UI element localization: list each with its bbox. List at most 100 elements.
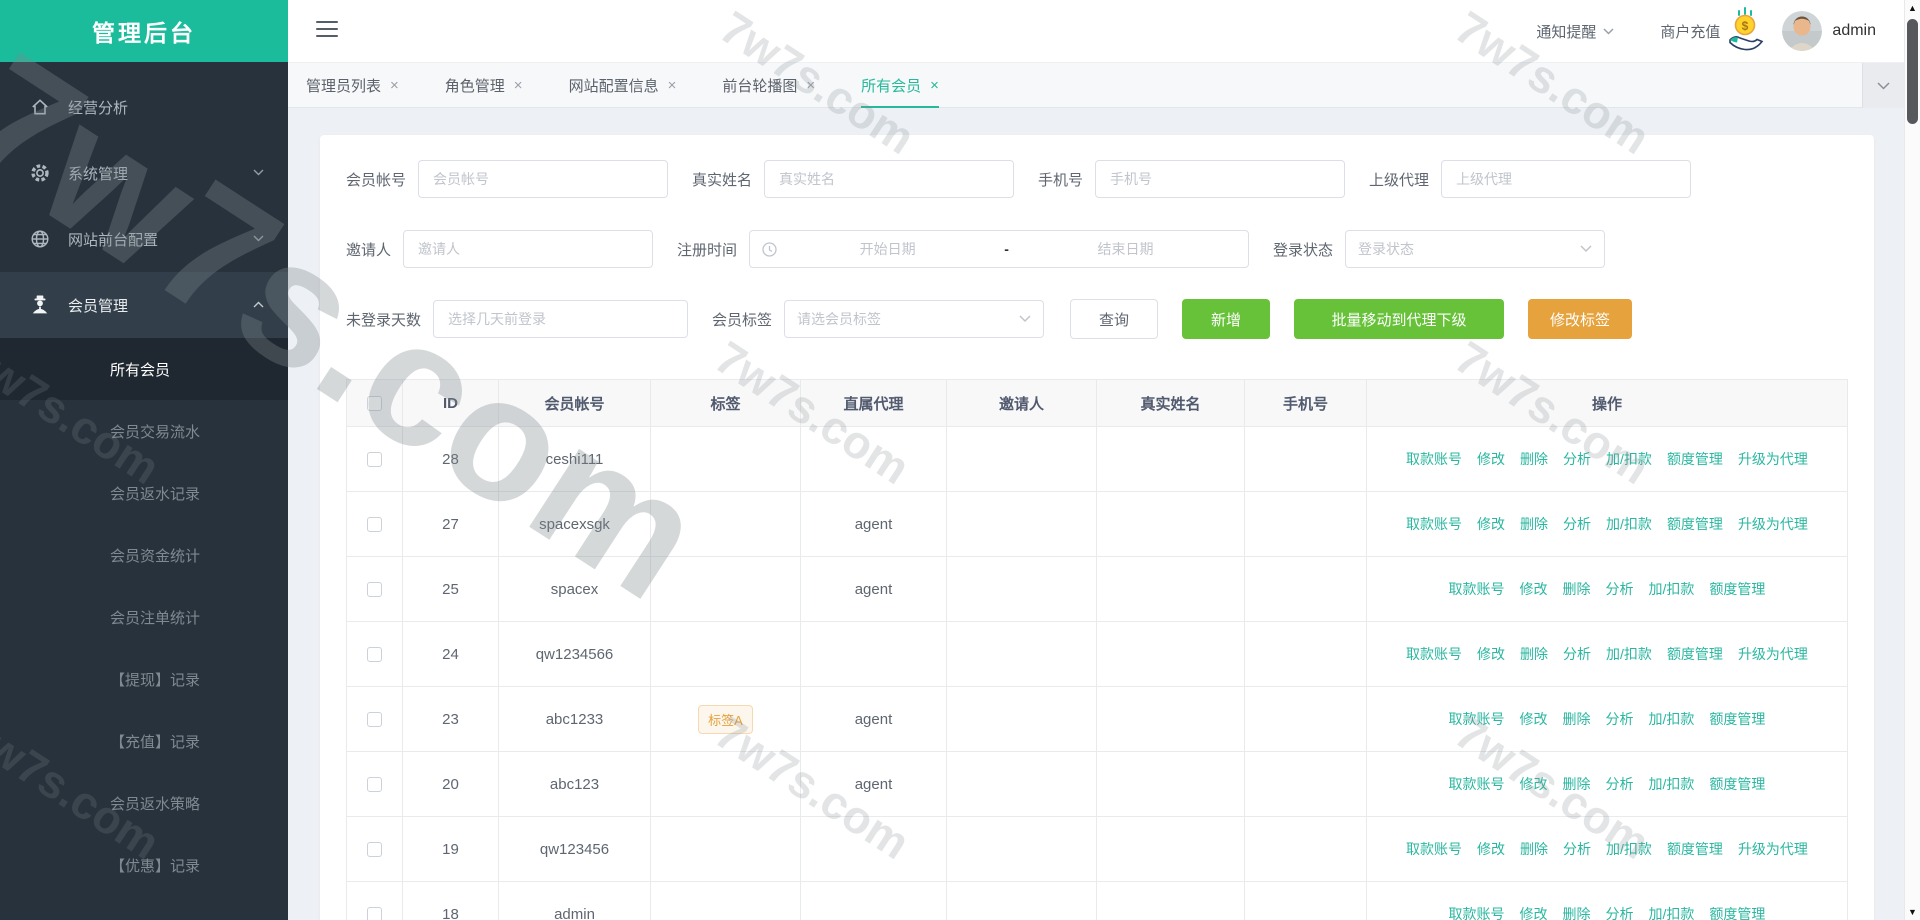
row-checkbox[interactable] <box>367 776 382 792</box>
op-link-额度管理[interactable]: 额度管理 <box>1709 904 1765 920</box>
sidebar-subitem-会员注单统计[interactable]: 会员注单统计 <box>0 586 288 648</box>
op-link-分析[interactable]: 分析 <box>1563 449 1591 469</box>
scroll-up-arrow[interactable]: ▲ <box>1905 0 1920 16</box>
op-link-修改[interactable]: 修改 <box>1520 774 1548 794</box>
op-link-分析[interactable]: 分析 <box>1563 644 1591 664</box>
member-tag-select[interactable]: 请选会员标签 <box>784 300 1045 338</box>
op-link-删除[interactable]: 删除 <box>1520 839 1548 859</box>
op-link-修改[interactable]: 修改 <box>1477 644 1505 664</box>
op-link-额度管理[interactable]: 额度管理 <box>1709 709 1765 729</box>
op-link-额度管理[interactable]: 额度管理 <box>1667 449 1723 469</box>
sidebar-subitem-会员资金统计[interactable]: 会员资金统计 <box>0 524 288 586</box>
end-date-placeholder[interactable]: 结束日期 <box>1015 239 1236 259</box>
scrollbar-thumb[interactable] <box>1907 19 1918 124</box>
parent-agent-input[interactable] <box>1441 160 1692 198</box>
vertical-scrollbar[interactable]: ▲ ▼ <box>1904 0 1920 920</box>
op-link-取款账号[interactable]: 取款账号 <box>1449 709 1505 729</box>
op-link-取款账号[interactable]: 取款账号 <box>1406 839 1462 859</box>
sidebar-subitem-所有会员[interactable]: 所有会员 <box>0 338 288 400</box>
row-checkbox[interactable] <box>367 841 382 857</box>
op-link-修改[interactable]: 修改 <box>1520 709 1548 729</box>
tab-网站配置信息[interactable]: 网站配置信息 × <box>569 63 677 107</box>
op-link-加/扣款[interactable]: 加/扣款 <box>1606 839 1652 859</box>
close-icon[interactable]: × <box>514 77 523 94</box>
row-checkbox[interactable] <box>367 906 382 920</box>
row-checkbox[interactable] <box>367 711 382 727</box>
tab-前台轮播图[interactable]: 前台轮播图 × <box>722 63 815 107</box>
phone-input[interactable] <box>1095 160 1346 198</box>
op-link-删除[interactable]: 删除 <box>1563 774 1591 794</box>
op-link-分析[interactable]: 分析 <box>1563 514 1591 534</box>
tab-list-chevron-down-icon[interactable] <box>1862 63 1904 108</box>
close-icon[interactable]: × <box>390 77 399 94</box>
add-button[interactable]: 新增 <box>1182 299 1271 339</box>
op-link-升级为代理[interactable]: 升级为代理 <box>1738 839 1808 859</box>
sidebar-item-经营分析[interactable]: 经营分析 <box>0 74 288 140</box>
op-link-升级为代理[interactable]: 升级为代理 <box>1738 449 1808 469</box>
close-icon[interactable]: × <box>806 77 815 94</box>
hamburger-menu-icon[interactable] <box>316 21 338 39</box>
real-name-input[interactable] <box>764 160 1015 198</box>
no-login-days-input[interactable] <box>433 300 689 338</box>
sidebar-item-会员管理[interactable]: 会员管理 <box>0 272 288 338</box>
row-checkbox[interactable] <box>367 581 382 597</box>
op-link-修改[interactable]: 修改 <box>1520 579 1548 599</box>
op-link-加/扣款[interactable]: 加/扣款 <box>1606 644 1652 664</box>
tab-所有会员[interactable]: 所有会员 × <box>861 63 939 108</box>
op-link-修改[interactable]: 修改 <box>1520 904 1548 920</box>
chevron-down-icon[interactable] <box>1603 22 1614 40</box>
notice-dropdown[interactable]: 通知提醒 <box>1536 21 1596 42</box>
op-link-升级为代理[interactable]: 升级为代理 <box>1738 514 1808 534</box>
close-icon[interactable]: × <box>930 77 939 94</box>
sidebar-subitem-【优惠】记录[interactable]: 【优惠】记录 <box>0 834 288 896</box>
op-link-额度管理[interactable]: 额度管理 <box>1667 644 1723 664</box>
tab-管理员列表[interactable]: 管理员列表 × <box>306 63 399 107</box>
op-link-加/扣款[interactable]: 加/扣款 <box>1649 904 1695 920</box>
merchant-recharge-button[interactable]: 商户充值 $ <box>1660 6 1766 56</box>
row-checkbox[interactable] <box>367 451 382 467</box>
start-date-placeholder[interactable]: 开始日期 <box>777 239 998 259</box>
op-link-取款账号[interactable]: 取款账号 <box>1449 774 1505 794</box>
sidebar-subitem-会员返水记录[interactable]: 会员返水记录 <box>0 462 288 524</box>
op-link-加/扣款[interactable]: 加/扣款 <box>1649 579 1695 599</box>
sidebar-subitem-会员返水策略[interactable]: 会员返水策略 <box>0 772 288 834</box>
op-link-取款账号[interactable]: 取款账号 <box>1406 644 1462 664</box>
op-link-额度管理[interactable]: 额度管理 <box>1709 579 1765 599</box>
op-link-分析[interactable]: 分析 <box>1606 904 1634 920</box>
op-link-额度管理[interactable]: 额度管理 <box>1667 514 1723 534</box>
op-link-额度管理[interactable]: 额度管理 <box>1667 839 1723 859</box>
op-link-删除[interactable]: 删除 <box>1563 904 1591 920</box>
edit-tag-button[interactable]: 修改标签 <box>1528 299 1633 339</box>
op-link-删除[interactable]: 删除 <box>1520 449 1548 469</box>
member-account-input[interactable] <box>418 160 669 198</box>
op-link-修改[interactable]: 修改 <box>1477 449 1505 469</box>
row-checkbox[interactable] <box>367 646 382 662</box>
op-link-删除[interactable]: 删除 <box>1563 579 1591 599</box>
sidebar-item-网站前台配置[interactable]: 网站前台配置 <box>0 206 288 272</box>
tab-角色管理[interactable]: 角色管理 × <box>445 63 523 107</box>
sidebar-item-系统管理[interactable]: 系统管理 <box>0 140 288 206</box>
op-link-升级为代理[interactable]: 升级为代理 <box>1738 644 1808 664</box>
scroll-down-arrow[interactable]: ▼ <box>1905 904 1920 920</box>
op-link-分析[interactable]: 分析 <box>1606 579 1634 599</box>
op-link-加/扣款[interactable]: 加/扣款 <box>1649 709 1695 729</box>
op-link-加/扣款[interactable]: 加/扣款 <box>1649 774 1695 794</box>
user-avatar[interactable] <box>1782 11 1823 51</box>
sidebar-subitem-【提现】记录[interactable]: 【提现】记录 <box>0 648 288 710</box>
op-link-加/扣款[interactable]: 加/扣款 <box>1606 514 1652 534</box>
op-link-修改[interactable]: 修改 <box>1477 514 1505 534</box>
op-link-加/扣款[interactable]: 加/扣款 <box>1606 449 1652 469</box>
op-link-修改[interactable]: 修改 <box>1477 839 1505 859</box>
batch-move-to-agent-button[interactable]: 批量移动到代理下级 <box>1294 299 1505 339</box>
row-checkbox[interactable] <box>367 516 382 532</box>
op-link-取款账号[interactable]: 取款账号 <box>1406 514 1462 534</box>
close-icon[interactable]: × <box>668 77 677 94</box>
sidebar-subitem-会员交易流水[interactable]: 会员交易流水 <box>0 400 288 462</box>
op-link-分析[interactable]: 分析 <box>1606 774 1634 794</box>
op-link-删除[interactable]: 删除 <box>1520 644 1548 664</box>
op-link-取款账号[interactable]: 取款账号 <box>1449 904 1505 920</box>
inviter-input[interactable] <box>403 230 654 268</box>
sidebar-subitem-【充值】记录[interactable]: 【充值】记录 <box>0 710 288 772</box>
select-all-checkbox[interactable] <box>367 395 382 411</box>
op-link-删除[interactable]: 删除 <box>1520 514 1548 534</box>
